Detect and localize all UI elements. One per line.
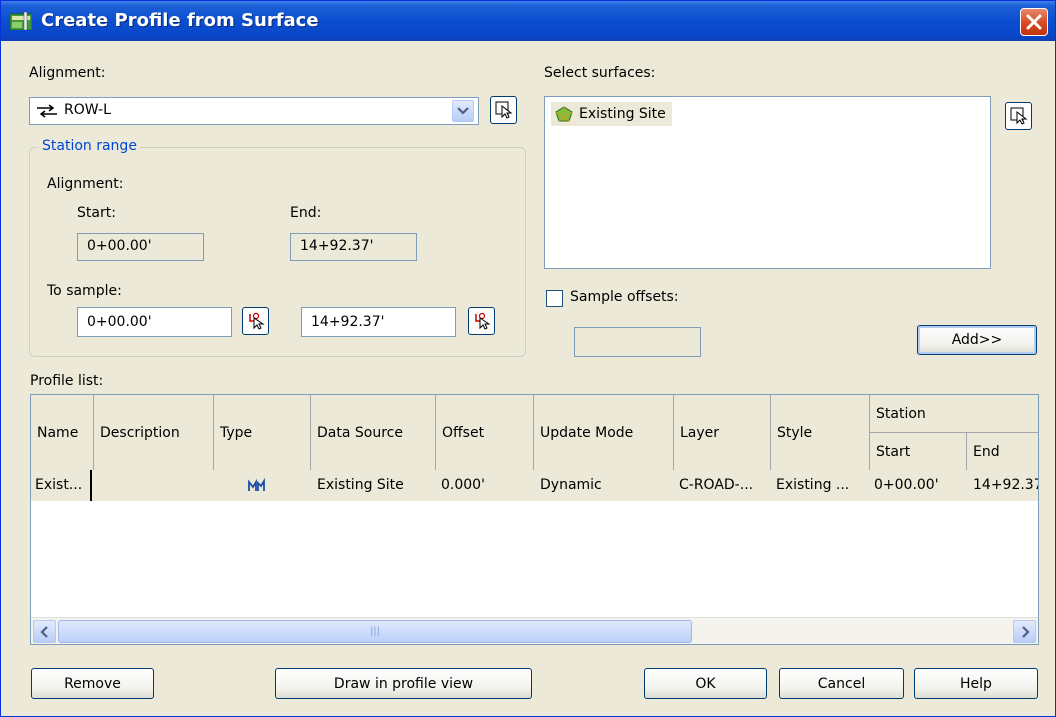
pick-station-icon — [249, 312, 265, 330]
cell-name[interactable]: Exist... — [35, 470, 92, 501]
pick-station-icon — [475, 312, 491, 330]
header-data-source[interactable]: Data Source — [311, 395, 436, 471]
draw-in-profile-view-button[interactable]: Draw in profile view — [275, 668, 532, 699]
alignment-dropdown-button[interactable] — [452, 100, 474, 122]
pick-alignment-button[interactable] — [490, 96, 517, 124]
cell-data-source[interactable]: Existing Site — [317, 470, 434, 501]
ok-button[interactable]: OK — [644, 668, 767, 699]
sample-end-input[interactable]: 14+92.37' — [301, 307, 456, 337]
horizontal-scrollbar[interactable]: ||| — [31, 617, 1038, 644]
header-station: Station — [870, 395, 1038, 433]
cell-type[interactable] — [247, 477, 267, 495]
scroll-right-button[interactable] — [1013, 620, 1036, 643]
surface-item-existing-site[interactable]: Existing Site — [551, 102, 672, 126]
cell-offset[interactable]: 0.000' — [441, 470, 531, 501]
alignment-start-field: 0+00.00' — [77, 233, 204, 261]
cell-update-mode[interactable]: Dynamic — [540, 470, 670, 501]
header-update-mode[interactable]: Update Mode — [534, 395, 674, 471]
close-button[interactable] — [1020, 8, 1048, 36]
sample-offsets-label: Sample offsets: — [570, 289, 679, 305]
alignment-icon — [37, 104, 57, 118]
profile-list-label: Profile list: — [30, 373, 104, 389]
scroll-left-button[interactable] — [33, 620, 56, 643]
close-icon — [1026, 14, 1042, 30]
sample-start-input[interactable]: 0+00.00' — [77, 307, 232, 337]
surface-icon — [555, 106, 573, 122]
pick-from-drawing-icon — [495, 101, 513, 119]
header-station-start[interactable]: Start — [870, 433, 967, 471]
chevron-left-icon — [40, 626, 48, 638]
alignment-selected: ROW-L — [64, 102, 111, 118]
profile-list-grid[interactable]: Name Description Type Data Source Offset… — [30, 394, 1039, 645]
add-button[interactable]: Add>> — [917, 325, 1037, 355]
alignment-label: Alignment: — [29, 65, 106, 81]
end-label: End: — [290, 205, 322, 221]
help-button[interactable]: Help — [914, 668, 1038, 699]
header-station-end[interactable]: End — [967, 433, 1038, 471]
sample-offsets-input[interactable] — [574, 327, 701, 357]
header-description[interactable]: Description — [94, 395, 214, 471]
remove-button[interactable]: Remove — [31, 668, 154, 699]
create-profile-dialog: Create Profile from Surface Alignment: R… — [0, 0, 1056, 717]
cell-station-end[interactable]: 14+92.37' — [973, 470, 1038, 501]
station-range-legend: Station range — [39, 138, 140, 154]
cell-style[interactable]: Existing ... — [776, 470, 868, 501]
window-title: Create Profile from Surface — [41, 10, 319, 31]
to-sample-label: To sample: — [47, 283, 122, 299]
header-type[interactable]: Type — [214, 395, 311, 471]
pick-from-drawing-icon — [1010, 107, 1028, 125]
pick-sample-start-button[interactable] — [242, 307, 269, 335]
sample-offsets-checkbox[interactable] — [546, 290, 563, 307]
profile-app-icon — [10, 12, 32, 30]
header-style[interactable]: Style — [771, 395, 870, 471]
surfaces-list[interactable]: Existing Site — [544, 96, 991, 269]
alignment-dropdown[interactable]: ROW-L — [29, 97, 479, 125]
select-surfaces-label: Select surfaces: — [544, 65, 656, 81]
chevron-down-icon — [457, 107, 469, 115]
station-alignment-label: Alignment: — [47, 176, 124, 192]
cancel-button[interactable]: Cancel — [779, 668, 904, 699]
pick-sample-end-button[interactable] — [468, 307, 495, 335]
header-offset[interactable]: Offset — [436, 395, 534, 471]
title-bar[interactable]: Create Profile from Surface — [1, 1, 1055, 41]
alignment-end-field: 14+92.37' — [290, 233, 417, 261]
surface-item-label: Existing Site — [579, 106, 666, 122]
cell-layer[interactable]: C-ROAD-... — [679, 470, 771, 501]
start-label: Start: — [77, 205, 116, 221]
profile-type-icon — [248, 477, 265, 491]
chevron-right-icon — [1022, 626, 1030, 638]
header-name[interactable]: Name — [31, 395, 94, 471]
pick-surface-button[interactable] — [1005, 102, 1032, 130]
cell-station-start[interactable]: 0+00.00' — [874, 470, 966, 501]
cell-description[interactable] — [96, 470, 212, 501]
header-layer[interactable]: Layer — [674, 395, 771, 471]
scroll-thumb[interactable]: ||| — [58, 620, 692, 643]
